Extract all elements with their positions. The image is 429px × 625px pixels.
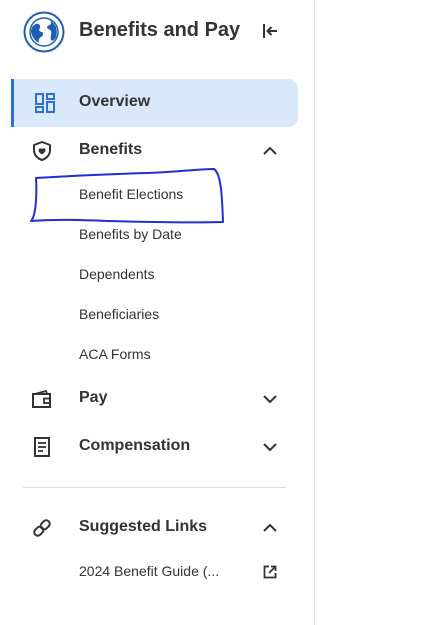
chevron-down-icon[interactable] — [260, 437, 280, 457]
chevron-up-icon[interactable] — [260, 518, 280, 538]
nav-label-compensation: Compensation — [79, 437, 191, 454]
nav-item-pay[interactable]: Pay — [11, 375, 298, 423]
nav-item-suggested-links[interactable]: Suggested Links — [11, 504, 298, 552]
document-icon — [34, 437, 50, 457]
nav-label-pay: Pay — [79, 389, 108, 406]
dashboard-icon — [35, 93, 55, 113]
section-divider — [23, 487, 286, 488]
suggested-link-benefit-guide[interactable]: 2024 Benefit Guide (... — [79, 563, 219, 583]
nav-item-compensation[interactable]: Compensation — [11, 423, 298, 471]
globe-icon — [23, 11, 65, 53]
shield-heart-icon — [33, 141, 51, 161]
wallet-icon — [32, 389, 51, 408]
subnav-item-benefits-by-date[interactable]: Benefits by Date — [79, 226, 182, 246]
external-link-icon[interactable] — [262, 564, 278, 580]
chevron-down-icon[interactable] — [260, 389, 280, 409]
nav-label-overview: Overview — [79, 93, 151, 110]
subnav-item-dependents[interactable]: Dependents — [79, 266, 155, 286]
sidebar: Benefits and Pay Overview Benefits Benef… — [0, 0, 315, 625]
app-title: Benefits and Pay — [79, 19, 241, 41]
page: Benefits and Pay Overview Benefits Benef… — [0, 0, 429, 625]
collapse-sidebar-icon[interactable] — [259, 20, 281, 42]
sidebar-header: Benefits and Pay — [0, 0, 314, 64]
link-icon — [33, 519, 51, 537]
chevron-up-icon[interactable] — [260, 141, 280, 161]
nav-label-suggested-links: Suggested Links — [79, 518, 208, 535]
nav-item-benefits[interactable]: Benefits — [11, 127, 298, 175]
subnav-item-beneficiaries[interactable]: Beneficiaries — [79, 306, 159, 326]
nav-item-overview[interactable]: Overview — [11, 79, 298, 127]
subnav-item-benefit-elections[interactable]: Benefit Elections — [79, 186, 183, 206]
subnav-item-aca-forms[interactable]: ACA Forms — [79, 346, 151, 366]
nav-label-benefits: Benefits — [79, 141, 143, 158]
